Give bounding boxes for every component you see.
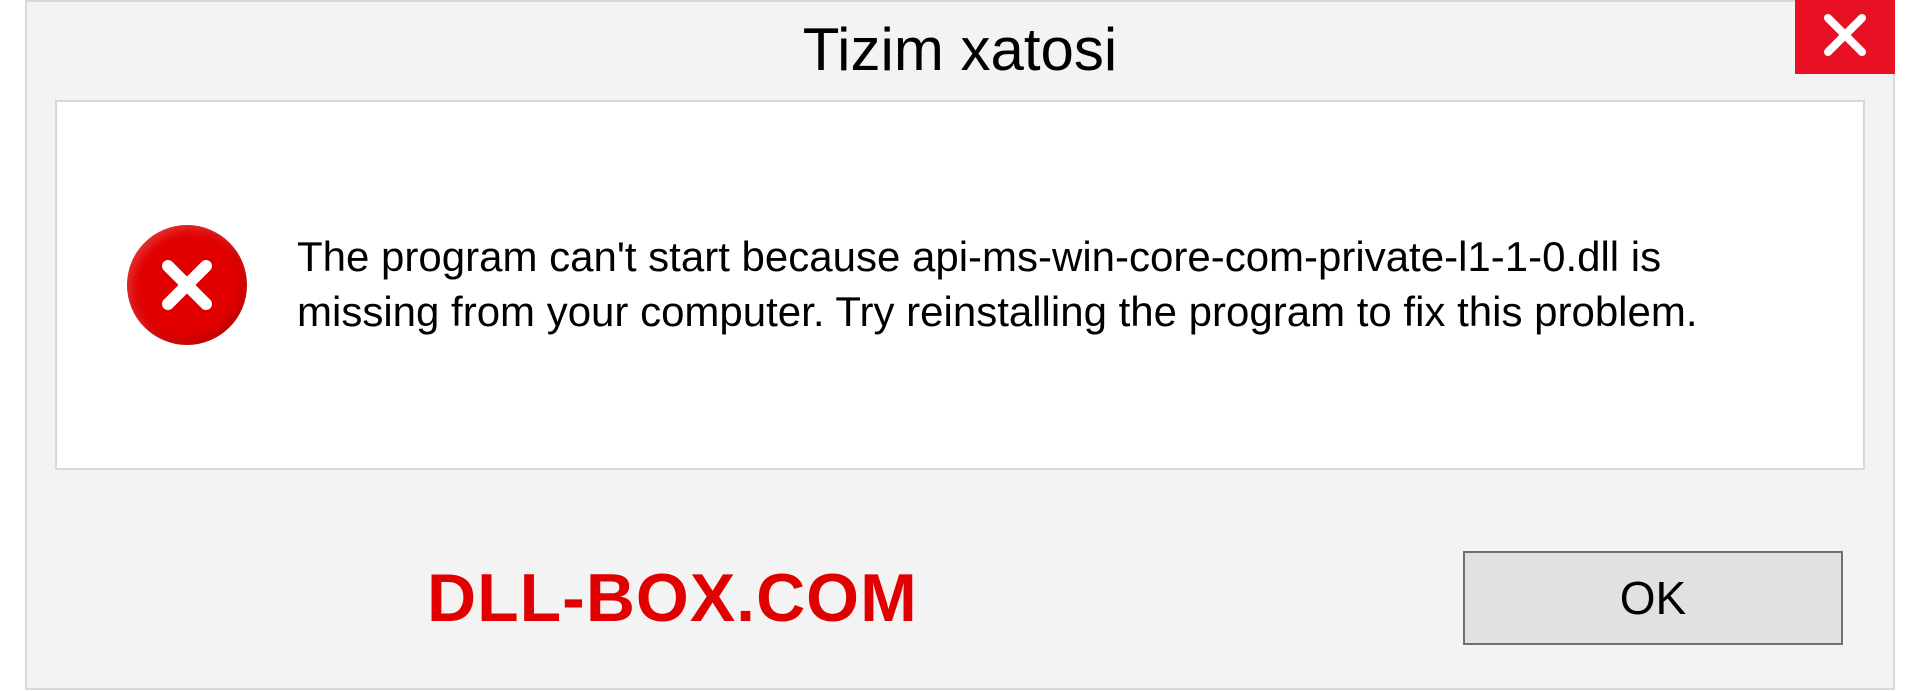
error-dialog: Tizim xatosi The program can't start bec… <box>25 0 1895 690</box>
ok-button[interactable]: OK <box>1463 551 1843 645</box>
dialog-title: Tizim xatosi <box>803 15 1117 84</box>
titlebar: Tizim xatosi <box>27 2 1893 100</box>
close-icon <box>1822 12 1868 63</box>
content-area: The program can't start because api-ms-w… <box>55 100 1865 470</box>
close-button[interactable] <box>1795 0 1895 74</box>
watermark-text: DLL-BOX.COM <box>427 559 918 637</box>
error-icon <box>127 225 247 345</box>
error-message: The program can't start because api-ms-w… <box>297 230 1813 339</box>
dialog-footer: DLL-BOX.COM OK <box>27 508 1893 688</box>
